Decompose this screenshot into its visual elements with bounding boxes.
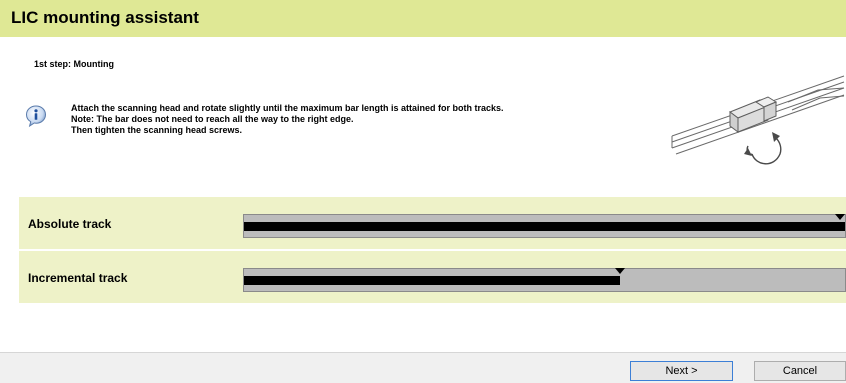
info-icon [25,105,47,128]
incremental-track-max-marker-icon [615,268,626,274]
scanning-head-rotation-illustration [671,75,845,165]
absolute-track-panel: Absolute track [19,197,846,249]
instruction-line: Attach the scanning head and rotate slig… [71,103,504,113]
incremental-track-bar [243,268,846,292]
absolute-track-label: Absolute track [28,217,112,231]
absolute-track-max-marker-icon [835,214,846,220]
incremental-track-label: Incremental track [28,271,128,285]
step-label: 1st step: Mounting [34,59,114,69]
window-title: LIC mounting assistant [11,8,199,27]
incremental-track-bar-fill [244,276,621,285]
button-bar: Next > Cancel [0,352,846,383]
incremental-track-panel: Incremental track [19,251,846,303]
next-button[interactable]: Next > [630,361,733,381]
instruction-line: Note: The bar does not need to reach all… [71,114,354,124]
title-bar: LIC mounting assistant [0,0,846,37]
instruction-text: Attach the scanning head and rotate slig… [71,103,504,136]
absolute-track-bar-fill [244,222,845,231]
absolute-track-bar [243,214,846,238]
cancel-button[interactable]: Cancel [754,361,846,381]
instruction-line: Then tighten the scanning head screws. [71,125,243,135]
